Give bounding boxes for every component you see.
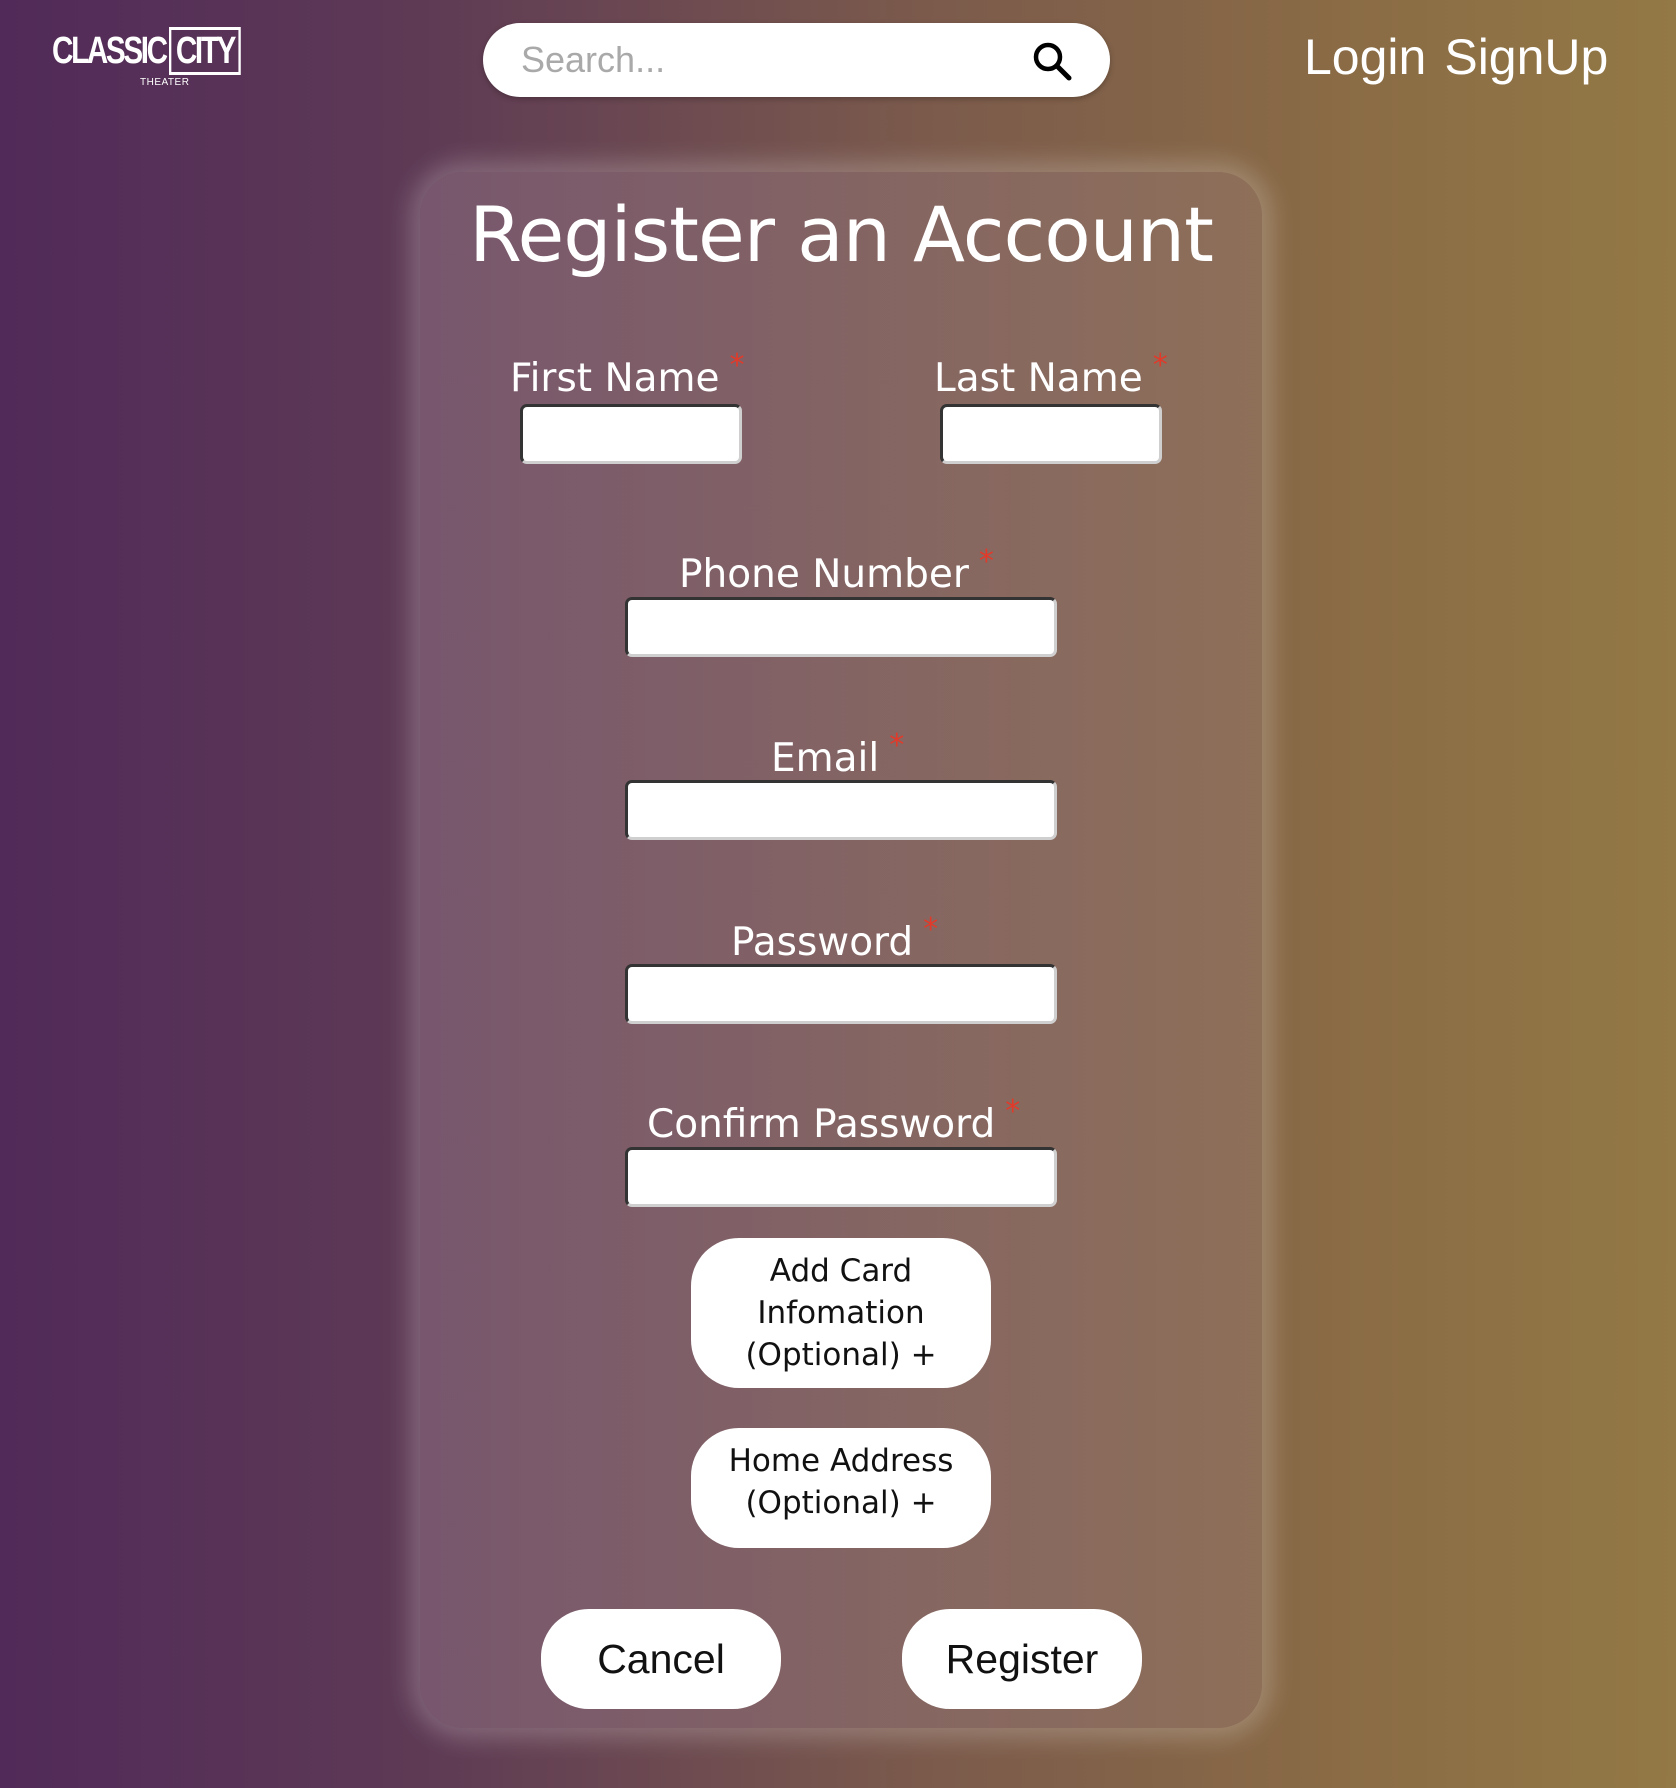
email-label-text: Email — [771, 736, 880, 781]
home-address-line-1: Home Address — [728, 1443, 954, 1479]
add-card-line-1: Add Card — [769, 1253, 913, 1289]
first-name-label-text: First Name — [510, 356, 720, 401]
required-marker: * — [729, 348, 745, 383]
confirm-password-label-text: Confirm Password — [647, 1102, 996, 1147]
register-button[interactable]: Register — [902, 1609, 1142, 1709]
home-address-line-2: (Optional) + — [745, 1485, 937, 1521]
search-icon[interactable] — [1031, 40, 1073, 82]
search-bar — [483, 23, 1110, 97]
required-marker: * — [978, 544, 994, 579]
login-link[interactable]: Login — [1304, 29, 1426, 85]
search-input[interactable] — [521, 37, 1001, 83]
last-name-label: Last Name * — [934, 348, 1168, 401]
first-name-field[interactable] — [520, 404, 742, 464]
form-title: Register an Account — [469, 190, 1214, 279]
add-card-line-2: Infomation — [757, 1295, 925, 1331]
password-label: Password * — [731, 912, 938, 965]
email-label: Email * — [771, 728, 904, 781]
required-marker: * — [889, 728, 905, 763]
logo-word-classic: CLASSIC — [52, 30, 168, 72]
register-form-card: Register an Account First Name * Last Nam… — [420, 172, 1262, 1728]
last-name-field[interactable] — [940, 404, 1162, 464]
logo-wordmark: CLASSIC CITY — [52, 27, 242, 75]
logo-subtitle: THEATER — [140, 77, 190, 88]
cancel-button[interactable]: Cancel — [541, 1609, 781, 1709]
first-name-label: First Name * — [510, 348, 745, 401]
password-field[interactable] — [625, 964, 1057, 1024]
home-address-button[interactable]: Home Address (Optional) + — [691, 1428, 991, 1548]
confirm-password-label: Confirm Password * — [647, 1094, 1020, 1147]
required-marker: * — [1152, 348, 1168, 383]
site-logo[interactable]: CLASSIC CITY THEATER — [52, 22, 272, 92]
email-field[interactable] — [625, 780, 1057, 840]
phone-label: Phone Number * — [679, 544, 994, 597]
signup-link[interactable]: SignUp — [1444, 29, 1608, 85]
confirm-password-field[interactable] — [625, 1147, 1057, 1207]
required-marker: * — [923, 912, 939, 947]
logo-word-city: CITY — [168, 27, 242, 75]
add-card-info-button[interactable]: Add Card Infomation (Optional) + — [691, 1238, 991, 1388]
phone-label-text: Phone Number — [679, 552, 969, 597]
required-marker: * — [1005, 1094, 1021, 1129]
top-nav: Login SignUp — [1304, 28, 1608, 86]
phone-field[interactable] — [625, 597, 1057, 657]
password-label-text: Password — [731, 920, 914, 965]
add-card-line-3: (Optional) + — [745, 1337, 937, 1373]
last-name-label-text: Last Name — [934, 356, 1143, 401]
